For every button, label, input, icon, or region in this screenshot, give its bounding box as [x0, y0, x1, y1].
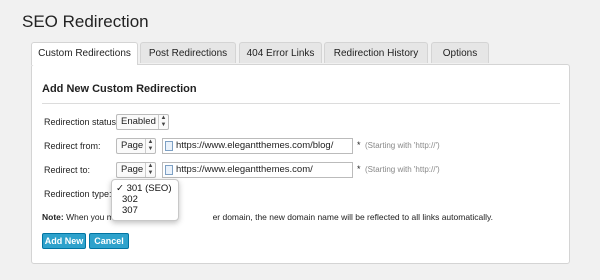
- redirect-to-type-value: Page: [121, 164, 144, 175]
- tab-404-error-links[interactable]: 404 Error Links: [239, 42, 322, 63]
- redirect-to-hint: (Starting with 'http://'): [365, 165, 440, 174]
- page-icon: [165, 141, 173, 151]
- redirection-status-label: Redirection status:: [44, 117, 119, 127]
- note-text-end: er domain, the new domain name will be r…: [212, 212, 494, 222]
- redirect-from-hint: (Starting with 'http://'): [365, 141, 440, 150]
- tab-options[interactable]: Options: [431, 42, 489, 63]
- select-arrows-icon: ▲ ▼: [145, 163, 155, 177]
- redirect-to-input[interactable]: https://www.elegantthemes.com/: [162, 162, 353, 178]
- redirection-type-label: Redirection type:: [44, 189, 112, 199]
- select-arrows-icon: ▲ ▼: [158, 115, 168, 129]
- section-title: Add New Custom Redirection: [42, 83, 197, 95]
- note-text: Note: When you mo er domain, the new doma…: [42, 212, 493, 222]
- note-label: Note:: [42, 212, 64, 222]
- cancel-button[interactable]: Cancel: [89, 233, 129, 249]
- add-new-button[interactable]: Add New: [42, 233, 86, 249]
- tab-post-redirections[interactable]: Post Redirections: [140, 42, 236, 63]
- redirect-to-label: Redirect to:: [44, 165, 91, 175]
- redirect-from-type-value: Page: [121, 140, 144, 151]
- tab-custom-redirections[interactable]: Custom Redirections: [31, 42, 138, 65]
- checkmark-icon: ✓: [116, 183, 124, 194]
- redirection-status-select[interactable]: Enabled ▲ ▼: [116, 114, 169, 130]
- redirect-from-type-select[interactable]: Page ▲ ▼: [116, 138, 156, 154]
- redirect-to-type-select[interactable]: Page ▲ ▼: [116, 162, 156, 178]
- redirect-from-input[interactable]: https://www.elegantthemes.com/blog/: [162, 138, 353, 154]
- redirect-from-label: Redirect from:: [44, 141, 101, 151]
- page-title: SEO Redirection: [22, 12, 149, 31]
- redirection-type-dropdown[interactable]: ✓ 301 (SEO) 302 307: [111, 179, 179, 221]
- tab-redirection-history[interactable]: Redirection History: [324, 42, 428, 63]
- required-mark: *: [357, 140, 361, 150]
- redirection-status-value: Enabled: [121, 116, 156, 127]
- redirection-type-option-301[interactable]: ✓ 301 (SEO): [116, 183, 172, 194]
- redirect-from-value: https://www.elegantthemes.com/blog/: [176, 140, 334, 151]
- redirection-type-option-302[interactable]: 302: [122, 194, 138, 205]
- section-divider: [42, 103, 560, 104]
- redirection-form-panel: Add New Custom Redirection Redirection s…: [31, 64, 570, 264]
- required-mark: *: [357, 164, 361, 174]
- page-icon: [165, 165, 173, 175]
- redirection-type-option-307[interactable]: 307: [122, 205, 138, 216]
- redirect-to-value: https://www.elegantthemes.com/: [176, 164, 313, 175]
- select-arrows-icon: ▲ ▼: [145, 139, 155, 153]
